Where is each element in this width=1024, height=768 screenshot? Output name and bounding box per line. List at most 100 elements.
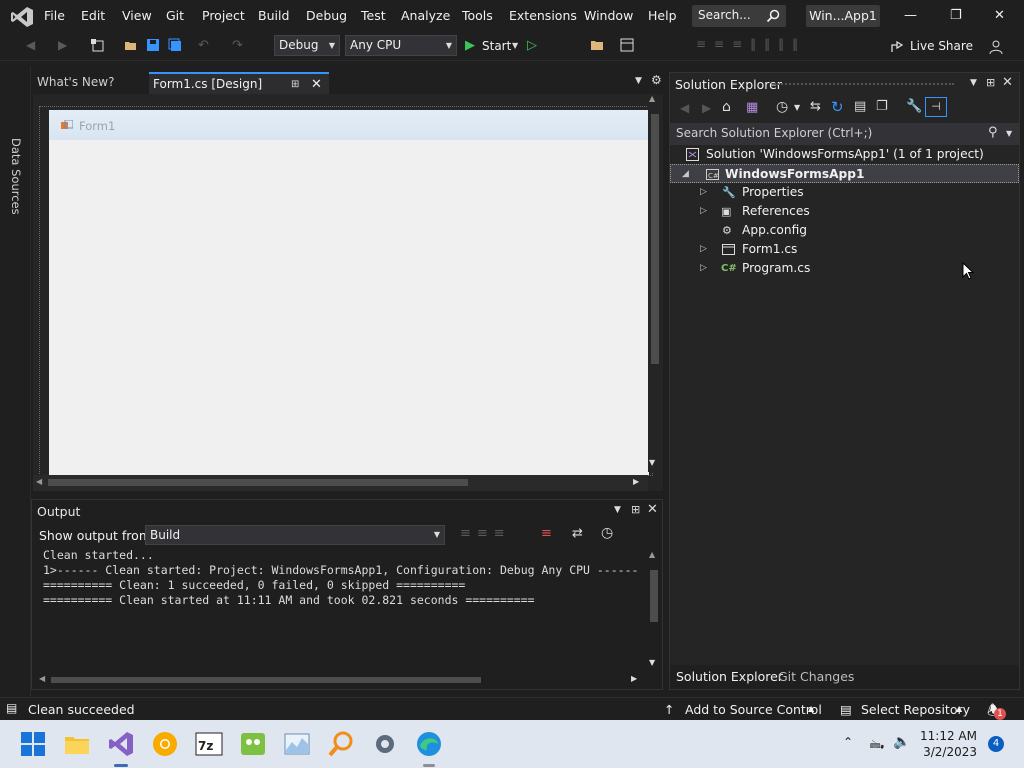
start-without-debugging-icon[interactable]: ▷	[527, 38, 537, 53]
refresh-icon[interactable]: ↻	[831, 98, 844, 116]
menu-tools[interactable]: Tools	[462, 8, 493, 23]
panel-menu-icon[interactable]: ▼	[970, 78, 977, 88]
collapsed-arrow-icon[interactable]: ▷	[700, 240, 707, 259]
add-to-source-control-button[interactable]: Add to Source Control	[685, 702, 822, 717]
save-all-icon[interactable]	[168, 38, 182, 52]
timestamp-clock-icon[interactable]: ◷	[601, 525, 613, 541]
panel-menu-icon[interactable]: ▼	[614, 505, 621, 515]
taskbar-clock[interactable]: 11:12 AM 3/2/2023	[920, 728, 977, 760]
designer-vertical-scrollbar[interactable]: ▲ ▼	[648, 94, 660, 472]
switch-views-icon[interactable]: ▦	[746, 100, 758, 115]
scroll-left-icon[interactable]: ◀	[36, 477, 42, 486]
menu-build[interactable]: Build	[258, 8, 289, 23]
collapsed-arrow-icon[interactable]: ▷	[700, 259, 707, 278]
folder-view-icon[interactable]	[590, 38, 604, 52]
tree-row-references[interactable]: ▷ ▣ References	[670, 202, 1019, 221]
expanded-arrow-icon[interactable]: ◢	[682, 165, 689, 184]
visual-studio-taskbar-icon[interactable]	[107, 730, 135, 758]
menu-edit[interactable]: Edit	[81, 8, 105, 23]
form1-caption-bar[interactable]: Form1	[49, 110, 649, 140]
design-surface[interactable]: Form1	[39, 106, 653, 476]
redo-icon[interactable]: ↷	[232, 38, 246, 53]
performance-monitor-icon[interactable]	[283, 730, 311, 758]
properties-wrench-icon[interactable]: 🔧	[906, 99, 922, 114]
form1-window[interactable]: Form1	[49, 110, 649, 475]
windows-start-icon[interactable]	[19, 730, 47, 758]
panel-pin-icon[interactable]: ⊞	[631, 503, 640, 516]
start-dropdown-icon[interactable]: ▼	[512, 41, 518, 50]
undo-icon[interactable]: ↶	[198, 38, 212, 53]
menu-analyze[interactable]: Analyze	[401, 8, 450, 23]
designer-vertical-scroll-thumb[interactable]	[651, 114, 659, 364]
start-play-icon[interactable]: ▶	[465, 38, 475, 53]
designer-horizontal-scroll-thumb[interactable]	[48, 479, 468, 486]
collapsed-arrow-icon[interactable]: ▷	[700, 183, 707, 202]
preview-selected-items-icon[interactable]: ⊣	[925, 97, 947, 117]
tree-row-properties[interactable]: ▷ 🔧 Properties	[670, 183, 1019, 202]
pin-icon[interactable]: ⊞	[291, 74, 299, 95]
new-project-icon[interactable]	[90, 38, 104, 52]
menu-git[interactable]: Git	[166, 8, 184, 23]
solution-search-box[interactable]: Search Solution Explorer (Ctrl+;) ⚲ ▼	[670, 123, 1019, 145]
scroll-down-icon[interactable]: ▼	[649, 658, 655, 667]
tab-list-dropdown-icon[interactable]: ▼	[635, 76, 642, 86]
close-window-button[interactable]: ✕	[994, 8, 1005, 23]
seven-zip-icon[interactable]: 7z	[195, 730, 223, 758]
platform-dropdown[interactable]: Any CPU ▼	[345, 35, 457, 56]
show-all-files-icon[interactable]: ❐	[876, 99, 888, 114]
tab-form1-design[interactable]: Form1.cs [Design] ⊞ ✕	[149, 72, 329, 95]
menu-test[interactable]: Test	[361, 8, 386, 23]
network-icon[interactable]: 🖦	[870, 734, 884, 758]
collapsed-arrow-icon[interactable]: ▷	[700, 202, 707, 221]
sync-active-document-icon[interactable]: ⇆	[810, 99, 821, 114]
pending-changes-filter-icon[interactable]: ◷	[776, 99, 788, 115]
output-horizontal-scrollbar[interactable]: ◀ ▶	[39, 673, 644, 687]
scroll-left-icon[interactable]: ◀	[39, 674, 45, 683]
close-tab-icon[interactable]: ✕	[311, 74, 322, 95]
visual-studio-logo-icon[interactable]	[10, 6, 34, 28]
tab-whats-new[interactable]: What's New?	[37, 72, 114, 93]
panel-close-icon[interactable]: ✕	[1002, 75, 1013, 90]
file-explorer-icon[interactable]	[63, 730, 91, 758]
layout-icon[interactable]	[620, 38, 634, 52]
data-sources-tab[interactable]: Data Sources	[9, 138, 23, 215]
forward-icon[interactable]: ▶	[702, 101, 711, 115]
collapse-all-icon[interactable]: ▤	[854, 99, 866, 114]
save-icon[interactable]	[146, 38, 160, 52]
output-vertical-scrollbar[interactable]: ▲ ▼	[647, 550, 659, 670]
tree-row-form1[interactable]: ▷ Form1.cs	[670, 240, 1019, 259]
scroll-right-icon[interactable]: ▶	[633, 477, 639, 486]
output-source-dropdown[interactable]: Build ▼	[145, 525, 445, 545]
panel-pin-icon[interactable]: ⊞	[986, 76, 995, 89]
chrome-canary-icon[interactable]	[151, 730, 179, 758]
minimize-button[interactable]: —	[904, 8, 917, 23]
search-box[interactable]: Search...	[692, 5, 786, 27]
menu-help[interactable]: Help	[648, 8, 677, 23]
menu-extensions[interactable]: Extensions	[509, 8, 577, 23]
scroll-up-icon[interactable]: ▲	[649, 550, 655, 559]
settings-gear-icon[interactable]: ⚙	[651, 73, 662, 87]
back-icon[interactable]: ◀	[680, 101, 689, 115]
chevron-up-icon[interactable]: ▲	[956, 704, 962, 713]
select-repository-button[interactable]: Select Repository	[861, 702, 970, 717]
menu-file[interactable]: File	[44, 8, 65, 23]
tab-git-changes[interactable]: Git Changes	[778, 669, 854, 684]
start-button[interactable]: Start	[482, 39, 511, 53]
chevron-up-icon[interactable]: ⌃	[843, 735, 853, 749]
green-app-icon[interactable]	[239, 730, 267, 758]
settings-gear-icon[interactable]	[371, 730, 399, 758]
menu-debug[interactable]: Debug	[306, 8, 347, 23]
open-folder-icon[interactable]	[124, 38, 138, 52]
tree-row-app-config[interactable]: ⚙ App.config	[670, 221, 1019, 240]
tree-row-project[interactable]: ◢ C# WindowsFormsApp1	[670, 164, 1019, 183]
designer-horizontal-scrollbar[interactable]: ◀ ▶	[33, 475, 648, 491]
scroll-up-icon[interactable]: ▲	[649, 94, 655, 103]
scroll-down-icon[interactable]: ▼	[649, 458, 655, 467]
tab-solution-explorer[interactable]: Solution Explorer	[676, 669, 783, 684]
menu-view[interactable]: View	[122, 8, 152, 23]
account-feedback-icon[interactable]	[988, 39, 1004, 55]
back-icon[interactable]: ◀	[26, 38, 40, 52]
live-share-button[interactable]: Live Share	[910, 39, 973, 53]
tree-row-solution[interactable]: Solution 'WindowsFormsApp1' (1 of 1 proj…	[670, 145, 1019, 164]
forward-icon[interactable]: ▶	[58, 38, 72, 52]
